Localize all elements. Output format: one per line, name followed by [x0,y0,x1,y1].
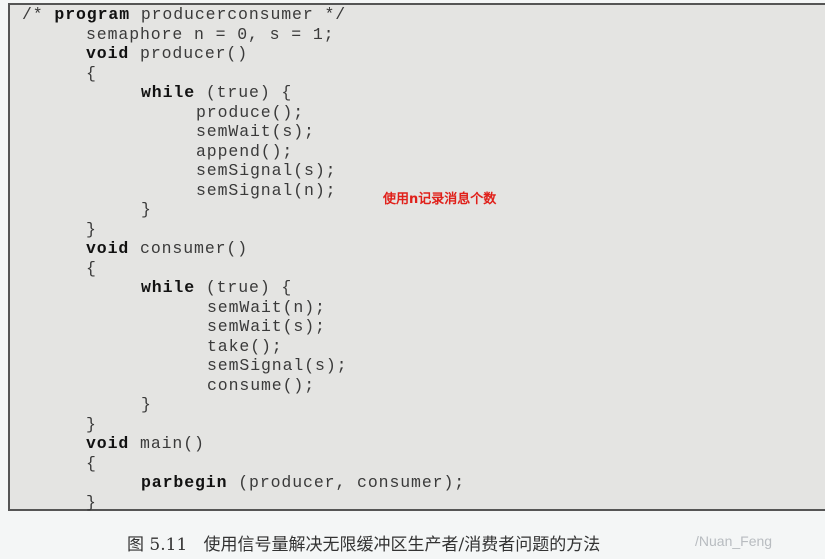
code-text: semSignal(s); [196,161,337,180]
code-text: semaphore n = 0, s = 1; [86,24,335,44]
code-text: semWait(s); [207,317,326,336]
code-line: { [86,259,97,278]
code-line: consume(); [207,376,315,395]
code-text: { [86,453,97,473]
code-text: main() [129,434,205,453]
code-line: } [86,493,97,512]
code-line: produce(); [196,103,304,122]
code-line: } [141,395,152,414]
code-text: produce(); [196,102,305,122]
code-keyword: void [86,239,130,258]
code-line: parbegin (producer, consumer); [141,473,465,492]
code-text: } [86,219,97,239]
code-text: (true) { [195,83,293,102]
code-text: producer() [129,44,249,63]
code-text: semSignal(s); [207,356,348,375]
figure-caption: 图 5.11 使用信号量解决无限缓冲区生产者/消费者问题的方法 [127,535,601,555]
code-text: semSignal(n); [196,180,337,200]
code-keyword: void [86,434,130,453]
code-text: { [86,63,97,83]
code-line: while (true) { [141,83,292,102]
code-line: append(); [196,142,293,161]
code-line: semSignal(s); [207,356,347,375]
code-text: semWait(n); [207,297,326,317]
code-text: consume(); [207,375,316,395]
code-line: } [86,415,97,434]
code-text: producerconsumer */ [130,5,347,24]
code-line: void producer() [86,44,248,63]
code-line: semWait(s); [196,122,315,141]
code-line: while (true) { [141,278,292,297]
code-comment-start: /* [22,5,55,24]
code-line: /* program producerconsumer */ [22,5,346,24]
code-text: (true) { [195,278,293,297]
code-line: void main() [86,434,205,453]
annotation-note: 使用n记录消息个数 [383,192,497,207]
code-line: semWait(s); [207,317,326,336]
code-keyword: void [86,44,130,63]
code-line: take(); [207,337,283,356]
code-line: } [141,200,152,219]
code-text: semWait(s); [196,122,315,141]
code-line: semWait(n); [207,298,326,317]
code-text: take(); [207,336,283,356]
code-line: { [86,454,97,473]
code-keyword: while [141,278,196,297]
code-keyword: program [54,5,131,24]
code-line: { [86,64,97,83]
code-line: semSignal(n); [196,181,336,200]
code-text: (producer, consumer); [227,473,466,492]
code-text: { [86,258,97,278]
code-text: } [86,492,97,512]
code-text: append(); [196,141,294,161]
code-line: void consumer() [86,239,248,258]
code-line: semaphore n = 0, s = 1; [86,25,334,44]
code-text: } [86,414,97,434]
watermark: /Nuan_Feng [695,533,773,549]
code-text: } [141,200,152,219]
code-text: } [141,395,152,414]
code-line: semSignal(s); [196,161,336,180]
code-keyword: while [141,83,196,102]
code-line: } [86,220,97,239]
code-keyword: parbegin [141,473,228,492]
code-text: consumer() [129,239,249,258]
